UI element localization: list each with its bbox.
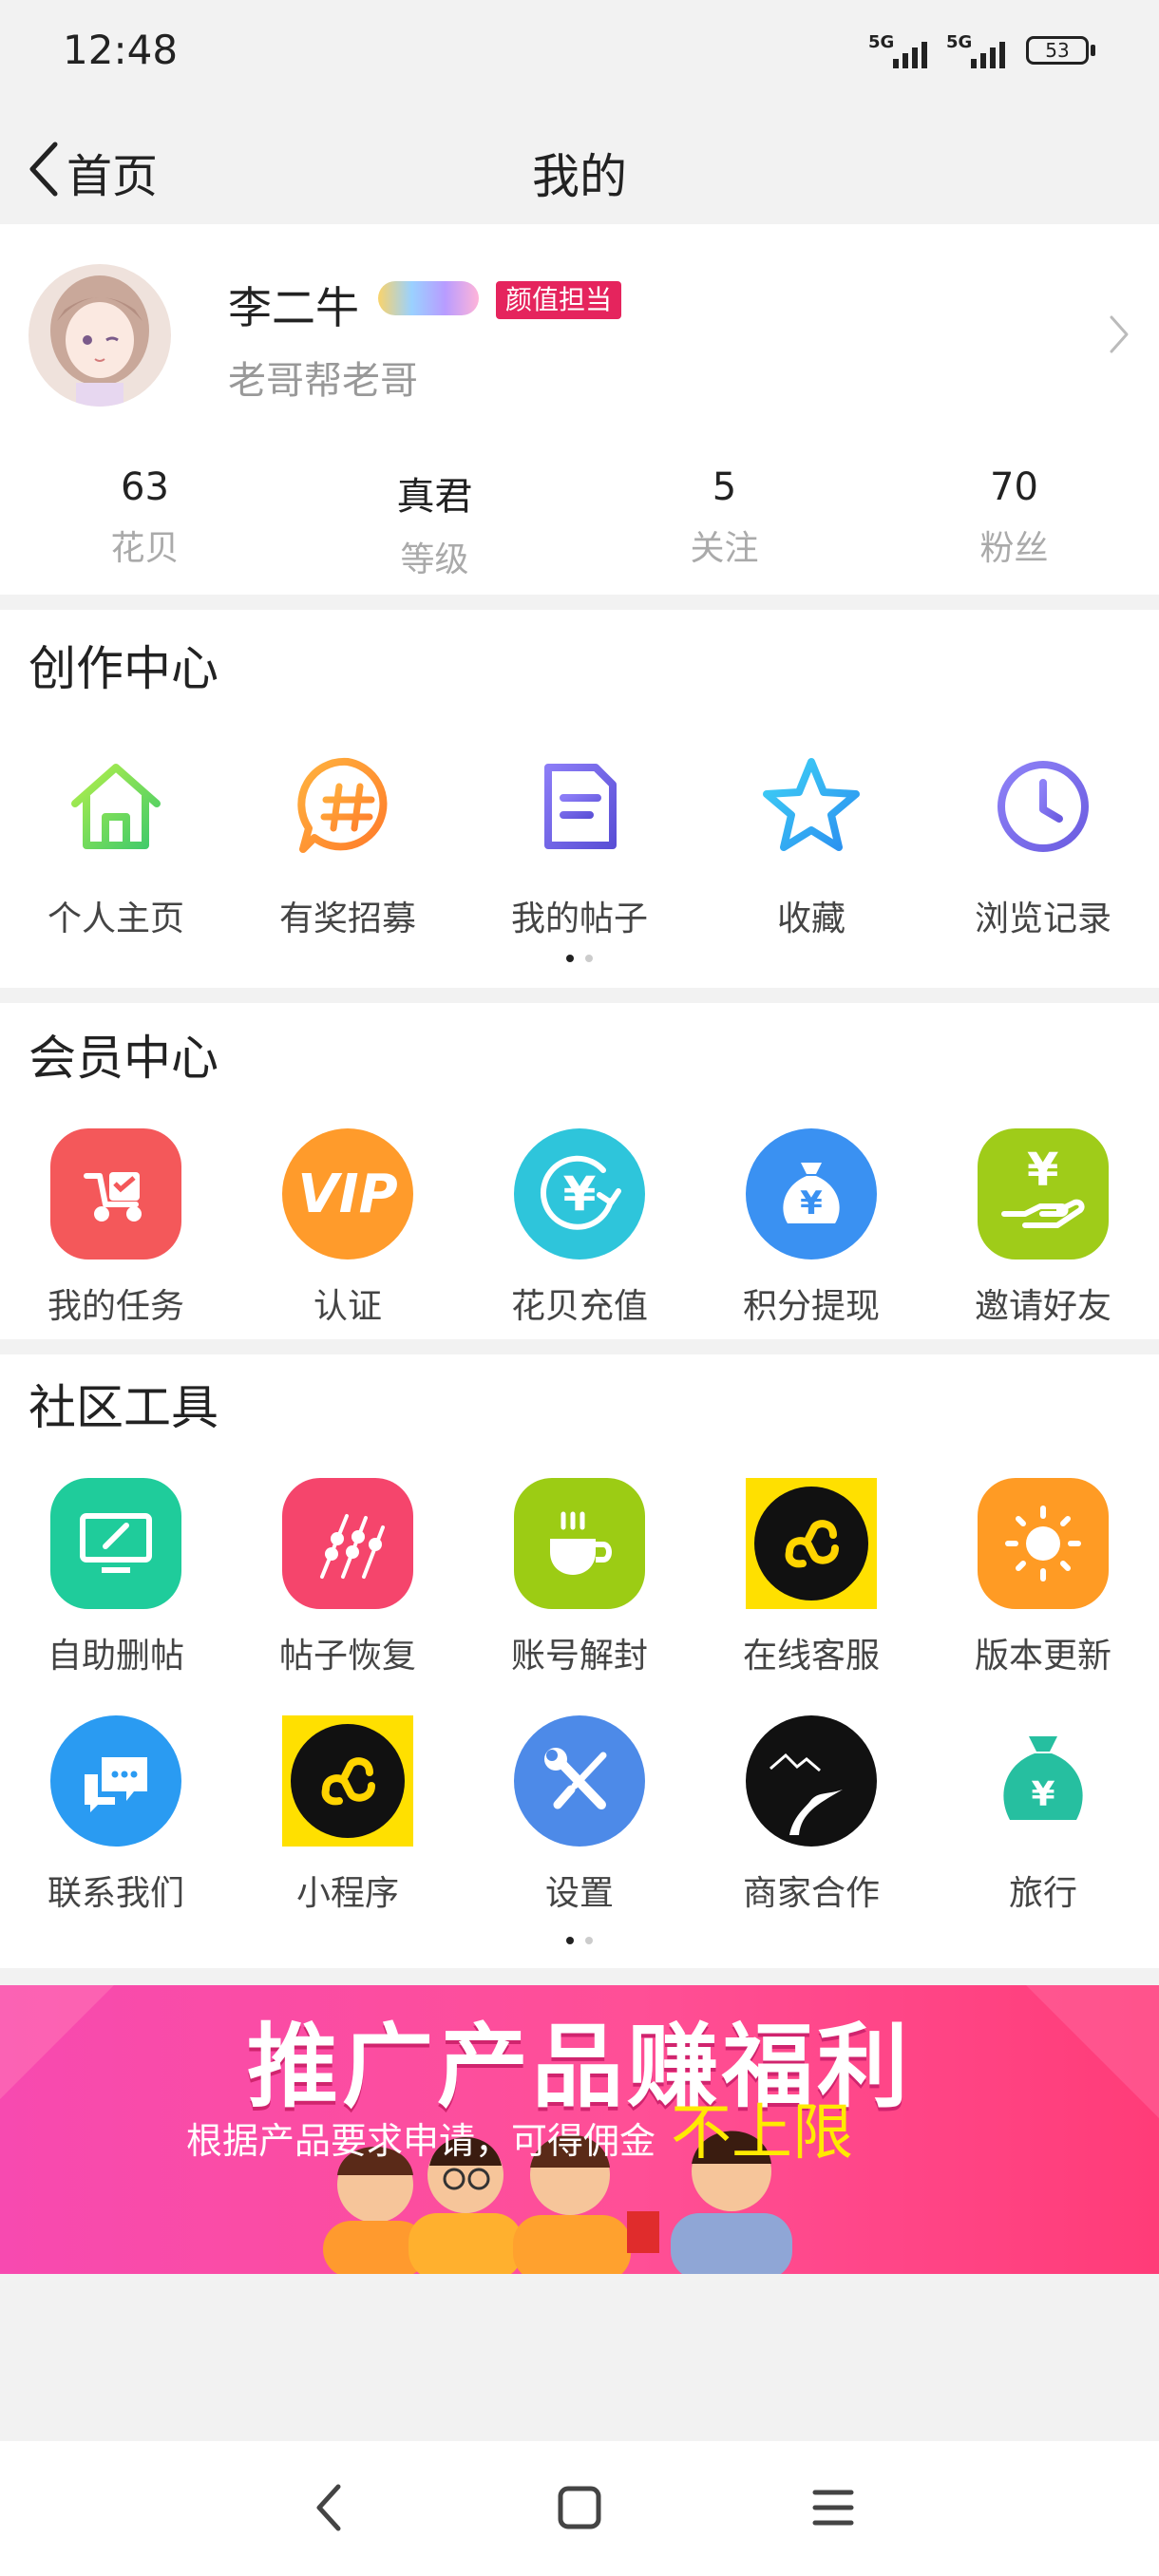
home-icon — [50, 741, 181, 872]
page-indicator — [0, 1930, 1159, 1948]
section-title-creation: 创作中心 — [28, 641, 218, 696]
creation-item-history[interactable]: 浏览记录 — [927, 741, 1159, 940]
stat-label: 等级 — [400, 540, 469, 579]
task-scooter-icon — [50, 1128, 181, 1260]
page-indicator — [0, 948, 1159, 966]
grid-label: 浏览记录 — [974, 900, 1112, 938]
grid-label: 联系我们 — [47, 1874, 184, 1913]
grid-label: 旅行 — [1008, 1874, 1077, 1913]
stat-label: 关注 — [690, 529, 759, 568]
section-title-tools: 社区工具 — [28, 1380, 218, 1435]
nav-back-icon[interactable] — [312, 2481, 346, 2538]
document-icon — [514, 741, 645, 872]
member-item-withdraw[interactable]: ¥ 积分提现 — [695, 1128, 927, 1328]
stat-followers[interactable]: 70 粉丝 — [869, 465, 1159, 570]
nav-menu-icon[interactable] — [811, 2487, 855, 2532]
page-dot-active — [566, 1937, 574, 1944]
tool-item-online-service[interactable]: 在线客服 — [695, 1478, 927, 1677]
grid-label: 花贝充值 — [510, 1287, 648, 1326]
grid-label: 在线客服 — [742, 1637, 880, 1676]
mini-program-icon — [746, 1478, 877, 1609]
chat-bubbles-icon — [50, 1715, 181, 1847]
star-icon — [746, 741, 877, 872]
grid-label: 版本更新 — [974, 1637, 1112, 1676]
stat-following[interactable]: 5 关注 — [580, 465, 869, 570]
grid-label: 邀请好友 — [974, 1287, 1112, 1326]
grid-label: 帖子恢复 — [278, 1637, 416, 1676]
member-item-invite[interactable]: ¥ 邀请好友 — [927, 1128, 1159, 1328]
avatar[interactable] — [28, 264, 171, 407]
grid-label: 有奖招募 — [278, 900, 416, 938]
grid-label: 设置 — [544, 1874, 614, 1913]
grid-label: 认证 — [313, 1287, 382, 1326]
money-bag-icon: ¥ — [978, 1715, 1109, 1847]
wrench-screwdriver-icon — [514, 1715, 645, 1847]
tool-item-version-update[interactable]: 版本更新 — [927, 1478, 1159, 1677]
grid-label: 小程序 — [295, 1874, 399, 1913]
mini-program-icon — [282, 1715, 413, 1847]
tool-item-restore-post[interactable]: 帖子恢复 — [232, 1478, 464, 1677]
yuan-recharge-icon: ¥ — [514, 1128, 645, 1260]
sun-icon — [978, 1478, 1109, 1609]
tool-item-unban-account[interactable]: 账号解封 — [464, 1478, 695, 1677]
member-item-tasks[interactable]: 我的任务 — [0, 1128, 232, 1328]
tool-item-travel[interactable]: ¥ 旅行 — [927, 1715, 1159, 1915]
stat-level[interactable]: 真君 等级 — [290, 465, 580, 581]
grid-label: 我的帖子 — [510, 900, 648, 938]
tool-item-mini-program[interactable]: 小程序 — [232, 1715, 464, 1915]
creation-item-favorites[interactable]: 收藏 — [695, 741, 927, 940]
stat-value: 真君 — [396, 475, 473, 519]
tool-item-delete-post[interactable]: 自助删帖 — [0, 1478, 232, 1677]
battery-tip — [1091, 45, 1095, 56]
money-bag-icon: ¥ — [746, 1128, 877, 1260]
grid-label: 收藏 — [776, 900, 846, 938]
user-signature: 老哥帮老哥 — [228, 359, 418, 403]
stat-value: 70 — [990, 465, 1038, 509]
grid-label: 账号解封 — [510, 1637, 648, 1676]
tool-item-settings[interactable]: 设置 — [464, 1715, 695, 1915]
username: 李二牛 — [228, 282, 359, 333]
creation-item-home[interactable]: 个人主页 — [0, 741, 232, 940]
creation-item-recruit[interactable]: 有奖招募 — [232, 741, 464, 940]
hand-yuan-icon: ¥ — [978, 1128, 1109, 1260]
coffee-cup-icon — [514, 1478, 645, 1609]
grid-label: 自助删帖 — [47, 1637, 184, 1676]
grid-label: 我的任务 — [47, 1287, 184, 1326]
banner-emphasis: 不上限 — [671, 2098, 854, 2169]
section-title-member: 会员中心 — [28, 1031, 218, 1086]
member-item-verify[interactable]: VIP 认证 — [232, 1128, 464, 1328]
skewers-icon — [282, 1478, 413, 1609]
promo-banner[interactable]: 推广产品赚福利 根据产品要求申请，可得佣金 不上限 — [0, 1985, 1159, 2274]
level-badge-icon — [378, 281, 479, 315]
stat-label: 花贝 — [110, 529, 180, 568]
creation-item-posts[interactable]: 我的帖子 — [464, 741, 695, 940]
vip-icon: VIP — [282, 1128, 413, 1260]
grid-label: 商家合作 — [742, 1874, 880, 1913]
page-dot-active — [566, 955, 574, 962]
stat-huabei[interactable]: 63 花贝 — [0, 465, 290, 570]
grid-label: 个人主页 — [47, 900, 184, 938]
stat-value: 63 — [121, 465, 169, 509]
hashtag-bubble-icon — [282, 741, 413, 872]
page-dot — [585, 1937, 593, 1944]
page-title: 我的 — [532, 149, 627, 204]
banner-subtitle-text: 根据产品要求申请，可得佣金 — [186, 2120, 656, 2162]
stat-value: 5 — [712, 465, 737, 509]
chevron-right-icon[interactable] — [1108, 313, 1130, 359]
tool-item-business[interactable]: 商家合作 — [695, 1715, 927, 1915]
nav-home-icon[interactable] — [557, 2485, 602, 2534]
tool-item-contact-us[interactable]: 联系我们 — [0, 1715, 232, 1915]
honor-tag: 颜值担当 — [496, 281, 622, 319]
grid-label: 积分提现 — [742, 1287, 880, 1326]
member-item-recharge[interactable]: ¥ 花贝充值 — [464, 1128, 695, 1328]
monitor-edit-icon — [50, 1478, 181, 1609]
battery-icon: 53 — [1026, 36, 1089, 65]
clock-icon — [978, 741, 1109, 872]
stat-label: 粉丝 — [979, 529, 1049, 568]
banner-subtitle: 根据产品要求申请，可得佣金 不上限 — [186, 2084, 853, 2171]
road-landscape-icon — [746, 1715, 877, 1847]
status-time: 12:48 — [63, 27, 179, 73]
page-dot — [585, 955, 593, 962]
